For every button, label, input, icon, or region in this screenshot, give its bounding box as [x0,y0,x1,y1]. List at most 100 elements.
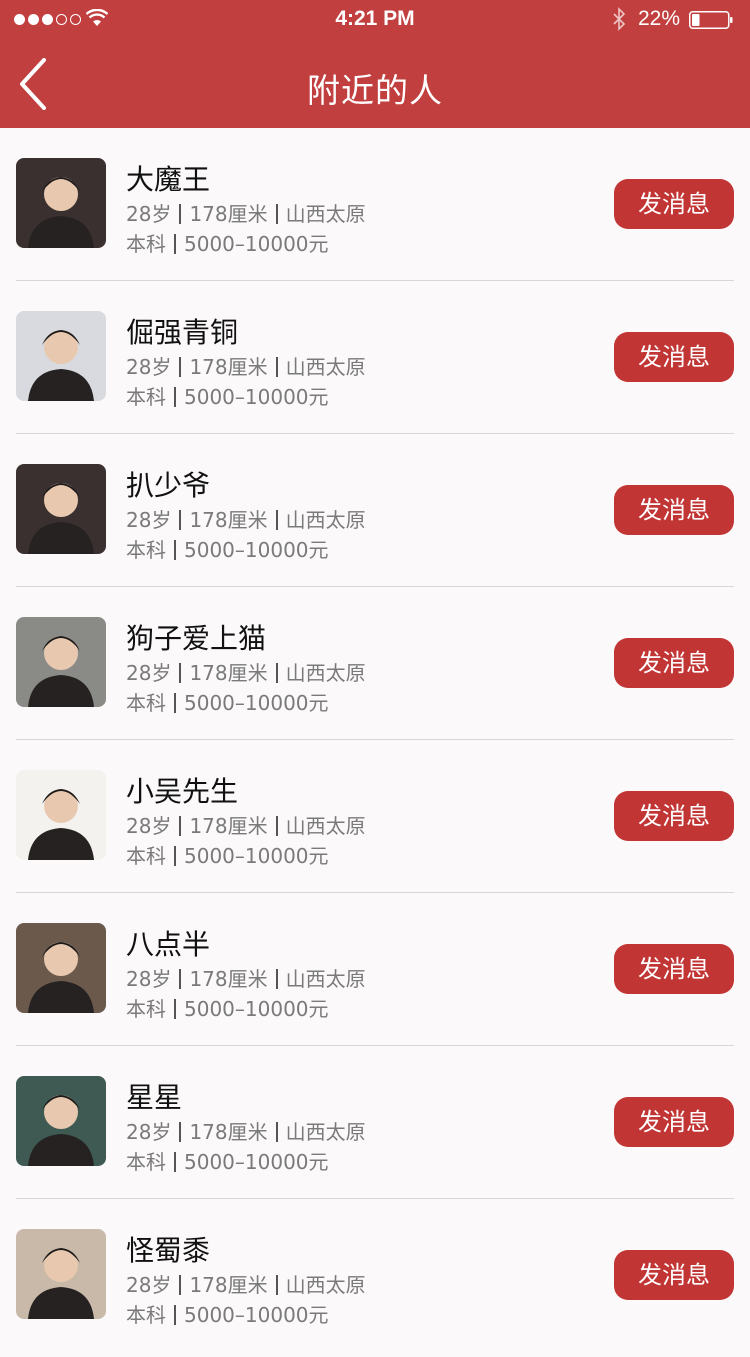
avatar[interactable] [16,617,106,707]
person-height: 178厘米 [189,814,268,838]
person-education: 本科 [126,844,166,868]
person-name: 倔强青铜 [126,316,239,349]
person-stats: 28岁 178厘米 山西太原 [126,810,366,839]
person-name: 狗子爱上猫 [126,622,267,655]
divider [179,969,182,989]
person-background: 本科 5000–10000元 [126,687,329,716]
divider [174,1305,176,1325]
send-message-button[interactable]: 发消息 [614,1097,734,1147]
person-background: 本科 5000–10000元 [126,534,329,563]
person-education: 本科 [126,997,166,1021]
divider [179,357,182,377]
divider [174,999,176,1019]
divider [275,204,278,224]
person-height: 178厘米 [189,967,268,991]
person-height: 178厘米 [189,202,268,226]
avatar[interactable] [16,158,106,248]
person-education: 本科 [126,538,166,562]
person-education: 本科 [126,691,166,715]
person-stats: 28岁 178厘米 山西太原 [126,198,366,227]
list-item: 狗子爱上猫 28岁 178厘米 山西太原 本科 5000–10000元 发消息 [16,587,734,740]
divider [174,387,176,407]
list-item: 大魔王 28岁 178厘米 山西太原 本科 5000–10000元 发消息 [16,128,734,281]
list-item: 怪蜀黍 28岁 178厘米 山西太原 本科 5000–10000元 发消息 [16,1199,734,1352]
person-education: 本科 [126,1303,166,1327]
send-message-button[interactable]: 发消息 [614,1250,734,1300]
divider [275,1275,278,1295]
send-message-button[interactable]: 发消息 [614,332,734,382]
divider [179,663,182,683]
person-name: 星星 [126,1081,183,1114]
avatar-image [16,923,106,1013]
nearby-people-screen: 4:21 PM 22% 附近的人 大魔王 28岁 178厘米 山西太原 本科 5… [0,0,750,1357]
person-income: 5000–10000元 [184,1150,329,1174]
person-income: 5000–10000元 [184,232,329,256]
person-education: 本科 [126,1150,166,1174]
avatar-image [16,1229,106,1319]
avatar-image [16,1076,106,1166]
person-height: 178厘米 [189,661,268,685]
divider [179,1122,182,1142]
person-income: 5000–10000元 [184,385,329,409]
person-income: 5000–10000元 [184,997,329,1021]
divider [174,846,176,866]
person-background: 本科 5000–10000元 [126,1299,329,1328]
person-income: 5000–10000元 [184,1303,329,1327]
person-name: 小吴先生 [126,775,239,808]
list-item: 八点半 28岁 178厘米 山西太原 本科 5000–10000元 发消息 [16,893,734,1046]
person-age: 28岁 [126,967,172,991]
person-stats: 28岁 178厘米 山西太原 [126,1269,366,1298]
person-background: 本科 5000–10000元 [126,1146,329,1175]
person-background: 本科 5000–10000元 [126,840,329,869]
send-message-button[interactable]: 发消息 [614,179,734,229]
send-message-button[interactable]: 发消息 [614,638,734,688]
person-location: 山西太原 [285,814,366,838]
person-location: 山西太原 [285,967,366,991]
person-name: 大魔王 [126,163,211,196]
person-location: 山西太原 [285,1273,366,1297]
person-location: 山西太原 [285,1120,366,1144]
avatar[interactable] [16,1076,106,1166]
person-location: 山西太原 [285,355,366,379]
avatar-image [16,311,106,401]
battery-percent: 22% [638,7,681,30]
divider [179,1275,182,1295]
avatar[interactable] [16,1229,106,1319]
status-bar: 4:21 PM 22% [0,0,750,40]
people-list: 大魔王 28岁 178厘米 山西太原 本科 5000–10000元 发消息 倔强青铜 … [0,128,750,1352]
divider [179,510,182,530]
avatar[interactable] [16,311,106,401]
person-height: 178厘米 [189,355,268,379]
person-income: 5000–10000元 [184,691,329,715]
send-message-button[interactable]: 发消息 [614,944,734,994]
divider [174,540,176,560]
send-message-button[interactable]: 发消息 [614,485,734,535]
divider [275,357,278,377]
divider [179,204,182,224]
list-item: 扒少爷 28岁 178厘米 山西太原 本科 5000–10000元 发消息 [16,434,734,587]
person-stats: 28岁 178厘米 山西太原 [126,351,366,380]
person-background: 本科 5000–10000元 [126,228,329,257]
divider [179,816,182,836]
avatar-image [16,617,106,707]
person-education: 本科 [126,232,166,256]
divider [275,1122,278,1142]
bluetooth-icon [613,7,626,31]
person-income: 5000–10000元 [184,844,329,868]
list-item: 倔强青铜 28岁 178厘米 山西太原 本科 5000–10000元 发消息 [16,281,734,434]
person-location: 山西太原 [285,202,366,226]
person-background: 本科 5000–10000元 [126,381,329,410]
divider [174,1152,176,1172]
divider [174,234,176,254]
avatar[interactable] [16,464,106,554]
person-age: 28岁 [126,355,172,379]
person-age: 28岁 [126,661,172,685]
person-age: 28岁 [126,814,172,838]
send-message-button[interactable]: 发消息 [614,791,734,841]
avatar-image [16,770,106,860]
avatar[interactable] [16,770,106,860]
person-location: 山西太原 [285,508,366,532]
avatar[interactable] [16,923,106,1013]
person-background: 本科 5000–10000元 [126,993,329,1022]
page-title: 附近的人 [307,71,443,110]
